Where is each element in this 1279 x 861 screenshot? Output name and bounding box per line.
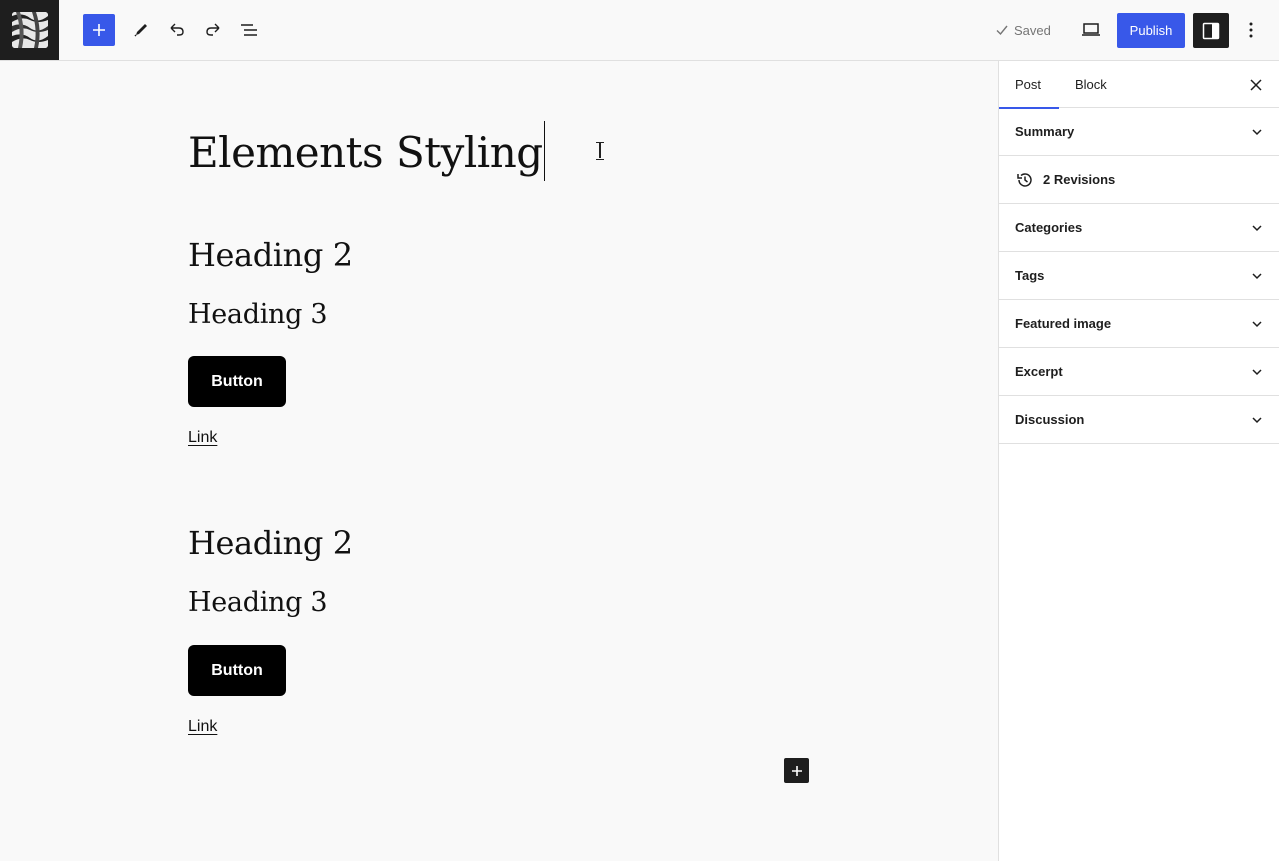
pencil-icon bbox=[134, 24, 147, 37]
panel-label: 2 Revisions bbox=[1043, 172, 1116, 187]
plus-icon bbox=[791, 765, 802, 776]
undo-button[interactable] bbox=[161, 14, 193, 46]
redo-button[interactable] bbox=[197, 14, 229, 46]
heading-2-block[interactable]: Heading 2 bbox=[188, 236, 353, 274]
saved-status: Saved bbox=[995, 21, 1051, 39]
panel-discussion[interactable]: Discussion bbox=[999, 396, 1279, 444]
panel-label: Discussion bbox=[1015, 412, 1085, 427]
panel-revisions[interactable]: 2 Revisions bbox=[999, 156, 1279, 204]
button-block[interactable]: Button bbox=[188, 645, 286, 696]
heading-3-block[interactable]: Heading 3 bbox=[188, 299, 328, 330]
panel-label: Categories bbox=[1015, 220, 1083, 235]
panel-summary[interactable]: Summary bbox=[999, 108, 1279, 156]
panel-categories[interactable]: Categories bbox=[999, 204, 1279, 252]
text-caret bbox=[543, 121, 546, 181]
options-button[interactable] bbox=[1235, 14, 1267, 46]
panel-excerpt[interactable]: Excerpt bbox=[999, 348, 1279, 396]
chevron-down-icon bbox=[1252, 272, 1262, 279]
block-inserter-toggle[interactable] bbox=[83, 14, 115, 46]
link-text[interactable]: Link bbox=[188, 429, 217, 447]
publish-button[interactable]: Publish bbox=[1117, 13, 1185, 48]
document-overview-button[interactable] bbox=[233, 14, 265, 46]
panel-label: Summary bbox=[1015, 124, 1075, 139]
list-view-icon bbox=[241, 24, 257, 36]
tab-post[interactable]: Post bbox=[999, 61, 1059, 109]
settings-toggle-button[interactable] bbox=[1193, 13, 1229, 48]
panel-tags[interactable]: Tags bbox=[999, 252, 1279, 300]
preview-button[interactable] bbox=[1075, 14, 1107, 46]
panel-label: Featured image bbox=[1015, 316, 1112, 331]
sidebar-tabs: Post Block bbox=[999, 61, 1279, 109]
close-sidebar-button[interactable] bbox=[1245, 74, 1267, 96]
button-block[interactable]: Button bbox=[188, 356, 286, 407]
tab-block[interactable]: Block bbox=[1059, 61, 1123, 108]
post-title-text: Elements Styling bbox=[188, 128, 543, 177]
redo-icon bbox=[206, 23, 220, 36]
history-icon bbox=[1017, 172, 1032, 187]
post-title[interactable]: Elements Styling bbox=[188, 121, 546, 181]
panel-label: Tags bbox=[1015, 268, 1045, 283]
panel-featured-image[interactable]: Featured image bbox=[999, 300, 1279, 348]
heading-3-block[interactable]: Heading 3 bbox=[188, 587, 328, 618]
saved-label: Saved bbox=[1014, 22, 1051, 38]
tools-button[interactable] bbox=[125, 14, 157, 46]
link-text[interactable]: Link bbox=[188, 718, 217, 736]
add-block-button[interactable] bbox=[784, 758, 809, 783]
check-icon bbox=[996, 25, 1008, 36]
more-vertical-icon bbox=[1249, 22, 1253, 38]
chevron-down-icon bbox=[1252, 416, 1262, 423]
desktop-icon bbox=[1082, 23, 1100, 36]
chevron-down-icon bbox=[1252, 224, 1262, 231]
undo-icon bbox=[170, 23, 184, 36]
site-logo-image bbox=[11, 12, 48, 48]
sidebar-icon bbox=[1202, 22, 1220, 39]
panel-label: Excerpt bbox=[1015, 364, 1063, 379]
heading-2-block[interactable]: Heading 2 bbox=[188, 524, 353, 562]
editor-canvas[interactable]: Elements Styling Heading 2 Heading 3 But… bbox=[0, 61, 998, 861]
mouse-cursor-icon bbox=[596, 142, 604, 160]
chevron-down-icon bbox=[1252, 320, 1262, 327]
settings-sidebar: Post Block Summary 2 Revisions Categorie… bbox=[998, 61, 1279, 861]
chevron-down-icon bbox=[1252, 368, 1262, 375]
plus-icon bbox=[93, 24, 105, 36]
site-icon-button[interactable] bbox=[0, 0, 59, 60]
editor-header: Saved Publish bbox=[0, 0, 1279, 61]
chevron-down-icon bbox=[1252, 128, 1262, 135]
close-icon bbox=[1250, 79, 1262, 91]
